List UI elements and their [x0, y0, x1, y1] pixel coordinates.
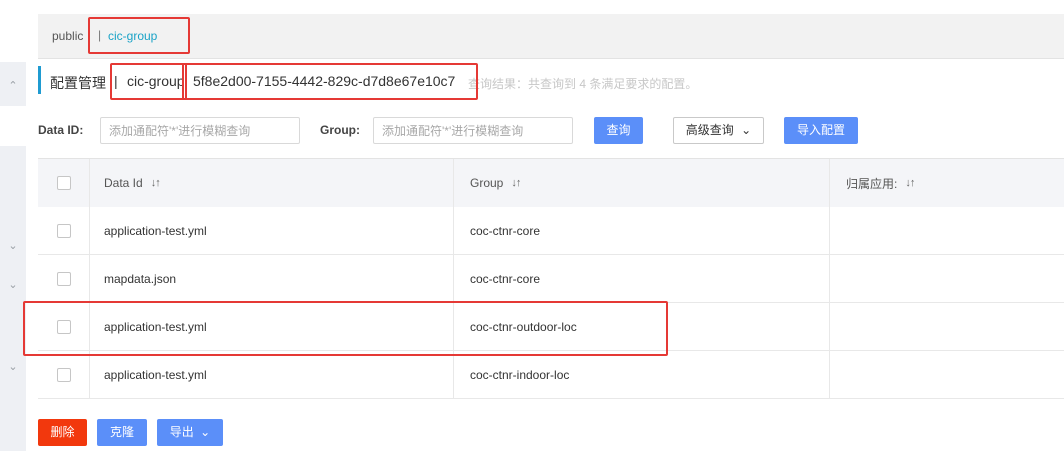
sort-icon[interactable]: ↓↑ — [905, 177, 915, 189]
query-result-text: 查询结果：共查询到 4 条满足要求的配置。 — [468, 77, 698, 91]
row-checkbox[interactable] — [56, 367, 71, 382]
highlight-box — [182, 63, 478, 100]
row-group: coc-ctnr-core — [454, 207, 830, 254]
namespace-public-link[interactable]: public — [52, 29, 83, 43]
table-row[interactable]: mapdata.json coc-ctnr-core — [38, 255, 1064, 303]
data-id-search-input[interactable] — [100, 117, 300, 144]
namespace-bar: public | cic-group — [38, 14, 1064, 59]
row-checkbox[interactable] — [56, 271, 71, 286]
chevron-down-icon[interactable]: ⌄ — [5, 361, 21, 373]
sort-icon[interactable]: ↓↑ — [511, 177, 521, 189]
row-data-id: application-test.yml — [90, 351, 454, 398]
row-app — [830, 303, 1064, 350]
row-app — [830, 255, 1064, 302]
advanced-query-button[interactable]: 高级查询 ⌄ — [673, 117, 764, 144]
header-data-id[interactable]: Data Id ↓↑ — [90, 159, 454, 207]
row-data-id: mapdata.json — [90, 255, 454, 302]
chevron-down-icon[interactable]: ⌄ — [5, 279, 21, 291]
query-button[interactable]: 查询 — [594, 117, 643, 144]
title-accent-bar — [38, 66, 41, 94]
export-label: 导出 — [169, 425, 194, 439]
import-config-button[interactable]: 导入配置 — [784, 117, 858, 144]
header-checkbox-cell — [38, 159, 90, 207]
row-app — [830, 207, 1064, 254]
row-group: coc-ctnr-indoor-loc — [454, 351, 830, 398]
row-checkbox[interactable] — [56, 223, 71, 238]
sort-icon[interactable]: ↓↑ — [151, 177, 161, 189]
advanced-query-label: 高级查询 — [685, 123, 734, 137]
header-data-id-label: Data Id — [104, 176, 143, 190]
chevron-up-icon[interactable]: ⌃ — [5, 80, 21, 92]
table-header: Data Id ↓↑ Group ↓↑ 归属应用: ↓↑ — [38, 159, 1064, 208]
chevron-down-icon[interactable]: ⌄ — [5, 240, 21, 252]
highlight-box — [88, 17, 190, 54]
left-nav-rail: ⌃ ⌄ ⌄ ⌄ — [0, 0, 26, 451]
page-title: 配置管理 — [50, 75, 106, 91]
select-all-checkbox[interactable] — [56, 176, 71, 190]
row-checkbox-cell — [38, 255, 90, 302]
highlight-box — [110, 63, 187, 100]
header-app-label: 归属应用: — [846, 176, 898, 191]
export-button[interactable]: 导出 ⌄ — [157, 419, 223, 446]
data-id-label: Data ID: — [38, 123, 84, 137]
table-row[interactable]: application-test.yml coc-ctnr-indoor-loc — [38, 351, 1064, 399]
chevron-down-icon: ⌄ — [741, 123, 752, 137]
rail-top-block — [0, 0, 26, 62]
header-group-label: Group — [470, 176, 504, 190]
row-app — [830, 351, 1064, 398]
config-table: Data Id ↓↑ Group ↓↑ 归属应用: ↓↑ application… — [38, 158, 1064, 399]
group-label: Group: — [320, 123, 360, 137]
header-app[interactable]: 归属应用: ↓↑ — [830, 159, 1064, 207]
row-checkbox-cell — [38, 207, 90, 254]
chevron-down-icon: ⌄ — [200, 425, 211, 439]
highlight-box — [23, 301, 668, 356]
table-row[interactable]: application-test.yml coc-ctnr-core — [38, 207, 1064, 255]
delete-button[interactable]: 删除 — [38, 419, 87, 446]
group-search-input[interactable] — [373, 117, 573, 144]
rail-selected-block — [0, 106, 26, 146]
row-checkbox-cell — [38, 351, 90, 398]
row-data-id: application-test.yml — [90, 207, 454, 254]
row-group: coc-ctnr-core — [454, 255, 830, 302]
clone-button[interactable]: 克隆 — [97, 419, 147, 446]
header-group[interactable]: Group ↓↑ — [454, 159, 830, 207]
